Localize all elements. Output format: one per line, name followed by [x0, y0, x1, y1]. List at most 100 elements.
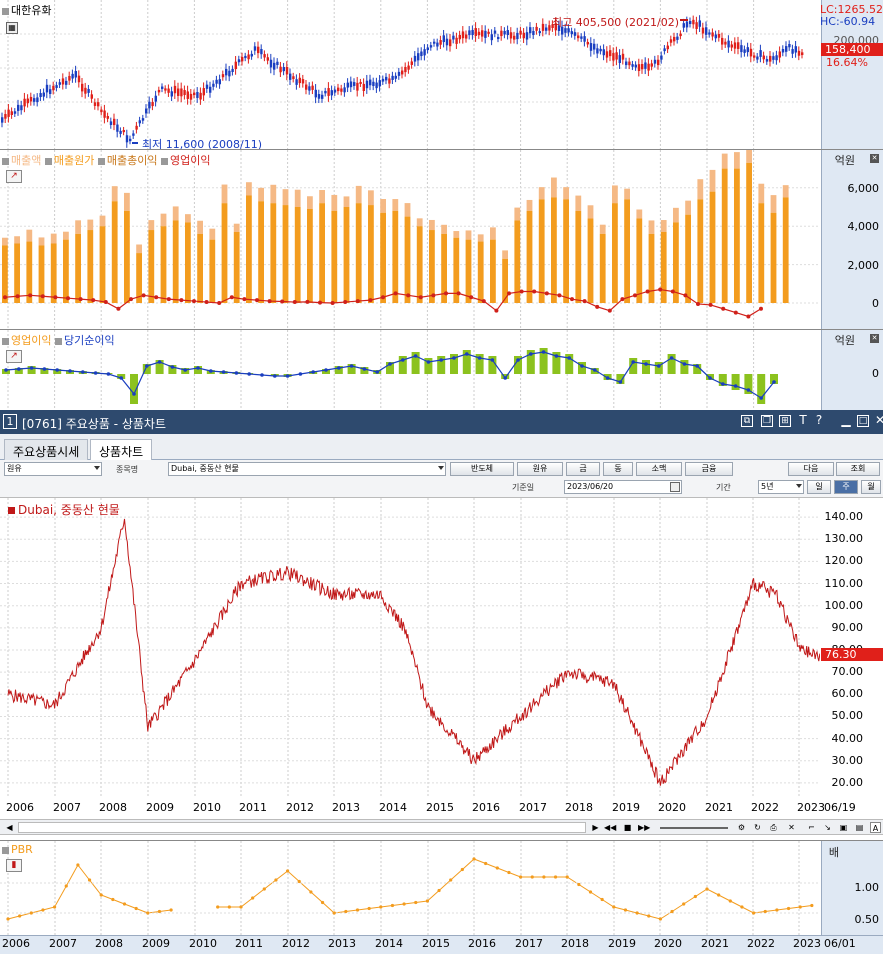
tab-product-chart[interactable]: 상품차트 [90, 439, 153, 461]
net-profit-point [746, 388, 751, 392]
pbr-point [507, 870, 511, 875]
preset-button[interactable]: 원유 [517, 462, 563, 476]
preset-button[interactable]: 동 [603, 462, 633, 476]
preset-button[interactable]: 반도체 [450, 462, 514, 476]
maximize-icon[interactable]: □ [857, 415, 869, 427]
settings-icon[interactable]: ⚙ [736, 822, 747, 833]
candle-body [596, 48, 599, 54]
sales-bar [734, 152, 740, 169]
help-icon[interactable]: ? [813, 414, 825, 427]
candle-body [577, 35, 580, 39]
candle-body [36, 97, 39, 103]
close-icon[interactable]: ✕ [870, 334, 879, 343]
preset-button[interactable]: 금 [566, 462, 600, 476]
period-day-button[interactable]: 일 [807, 480, 831, 494]
link-icon[interactable]: ⊞ [779, 415, 791, 427]
chart-type-icon[interactable]: ↗ [6, 350, 22, 363]
period-month-button[interactable]: 월 [861, 480, 881, 494]
chart-type-icon[interactable]: ▮ [6, 859, 22, 872]
stop-icon[interactable]: ■ [622, 822, 633, 833]
period-week-button[interactable]: 주 [834, 480, 858, 494]
candle-body [417, 53, 420, 61]
popout-icon[interactable]: ⧉ [741, 415, 753, 427]
candle-body [314, 89, 317, 98]
pbr-point [623, 908, 628, 912]
sales-bar [185, 214, 191, 223]
candle-body [241, 56, 244, 62]
scroll-right-icon[interactable]: ▶ [590, 822, 601, 833]
y-tick: 30.00 [831, 753, 864, 767]
tab-main-quotes[interactable]: 주요상품시세 [4, 439, 89, 460]
close-icon[interactable]: ✕ [870, 154, 879, 163]
candle-body [394, 75, 397, 79]
dubai-chart-pane: Dubai, 중동산 현물 140.00 130.00 120.00 110.00 10… [0, 498, 883, 819]
net-profit-point [580, 364, 584, 368]
candle-body [81, 83, 84, 92]
preset-button[interactable]: 소맥 [636, 462, 682, 476]
tool-icon[interactable]: ⌐ [806, 822, 817, 833]
candle-body [650, 63, 653, 67]
rewind-icon[interactable]: ◀◀ [604, 822, 616, 833]
sales-bar [75, 220, 81, 234]
close-window-icon[interactable]: ✕ [874, 414, 883, 427]
minimize-icon[interactable]: ▁ [840, 414, 852, 427]
legend-op: 영업이익 [169, 154, 211, 167]
net-profit-point [759, 396, 763, 400]
font-icon[interactable]: T [797, 414, 809, 427]
window-number: 1 [3, 414, 17, 429]
draw-icon[interactable]: ↘ [822, 822, 833, 833]
chart-type-icon[interactable]: ↗ [6, 170, 22, 183]
zoom-slider[interactable] [660, 827, 728, 829]
candle-body [132, 133, 135, 136]
candle-body [727, 40, 730, 48]
scroll-track[interactable] [18, 822, 586, 833]
low-label: 최저 11,600 (2008/11) [142, 138, 263, 150]
cost-bar [160, 226, 167, 303]
candle-body [42, 92, 45, 97]
next-button[interactable]: 다음 [788, 462, 834, 476]
candle-body [218, 79, 221, 85]
candle-body [657, 59, 660, 66]
candle-body [477, 31, 481, 36]
pbr-point [810, 903, 814, 908]
candle-body [180, 88, 183, 97]
cost-bar [490, 239, 496, 303]
pbr-point [472, 857, 476, 861]
category-select[interactable]: 원유 [4, 462, 102, 476]
candle-body [423, 49, 426, 56]
clip-icon[interactable]: ▤ [854, 822, 865, 833]
base-date-input[interactable]: 2023/06/20 [564, 480, 682, 494]
net-profit-point [554, 354, 559, 358]
text-tool-icon[interactable]: A [870, 822, 881, 833]
legend-op-profit: 영업이익 [11, 334, 52, 347]
copy-icon[interactable]: ❐ [761, 415, 773, 427]
chart-scrollbar[interactable]: ◀ ▶ ◀◀ ■ ▶▶ ⚙ ↻ ⎙ ✕ ⌐ ↘ ▣ ▤ A [0, 819, 883, 835]
candle-body [33, 98, 36, 102]
preset-button[interactable]: 금융 [685, 462, 733, 476]
calendar-icon[interactable]: ▦ [6, 22, 18, 34]
candle-body [490, 34, 493, 41]
image-icon[interactable]: ▣ [838, 822, 849, 833]
cost-bar [709, 191, 716, 303]
calendar-icon[interactable] [670, 482, 680, 492]
change-pct: 16.64% [826, 56, 868, 69]
net-profit-point [196, 366, 200, 370]
net-profit-point [413, 354, 418, 358]
refresh-icon[interactable]: ↻ [752, 822, 763, 833]
candle-body [375, 82, 378, 89]
search-button[interactable]: 조회 [836, 462, 880, 476]
candle-body [481, 30, 484, 37]
period-select[interactable]: 5년 [758, 480, 804, 494]
pbr-unit: 배 [828, 846, 839, 859]
sales-legend: 매출액 매출원가 매출총이익 영업이익 [2, 152, 210, 168]
item-select[interactable]: Dubai, 중동산 현물 [168, 462, 446, 476]
candle-body [61, 78, 65, 85]
print-icon[interactable]: ⎙ [768, 822, 779, 833]
cost-bar [209, 239, 216, 303]
candle-body [660, 55, 663, 60]
forward-icon[interactable]: ▶▶ [638, 822, 650, 833]
candle-body [52, 85, 55, 91]
cross-icon[interactable]: ✕ [786, 822, 797, 833]
sales-bar [660, 220, 667, 232]
scroll-left-icon[interactable]: ◀ [4, 822, 15, 833]
